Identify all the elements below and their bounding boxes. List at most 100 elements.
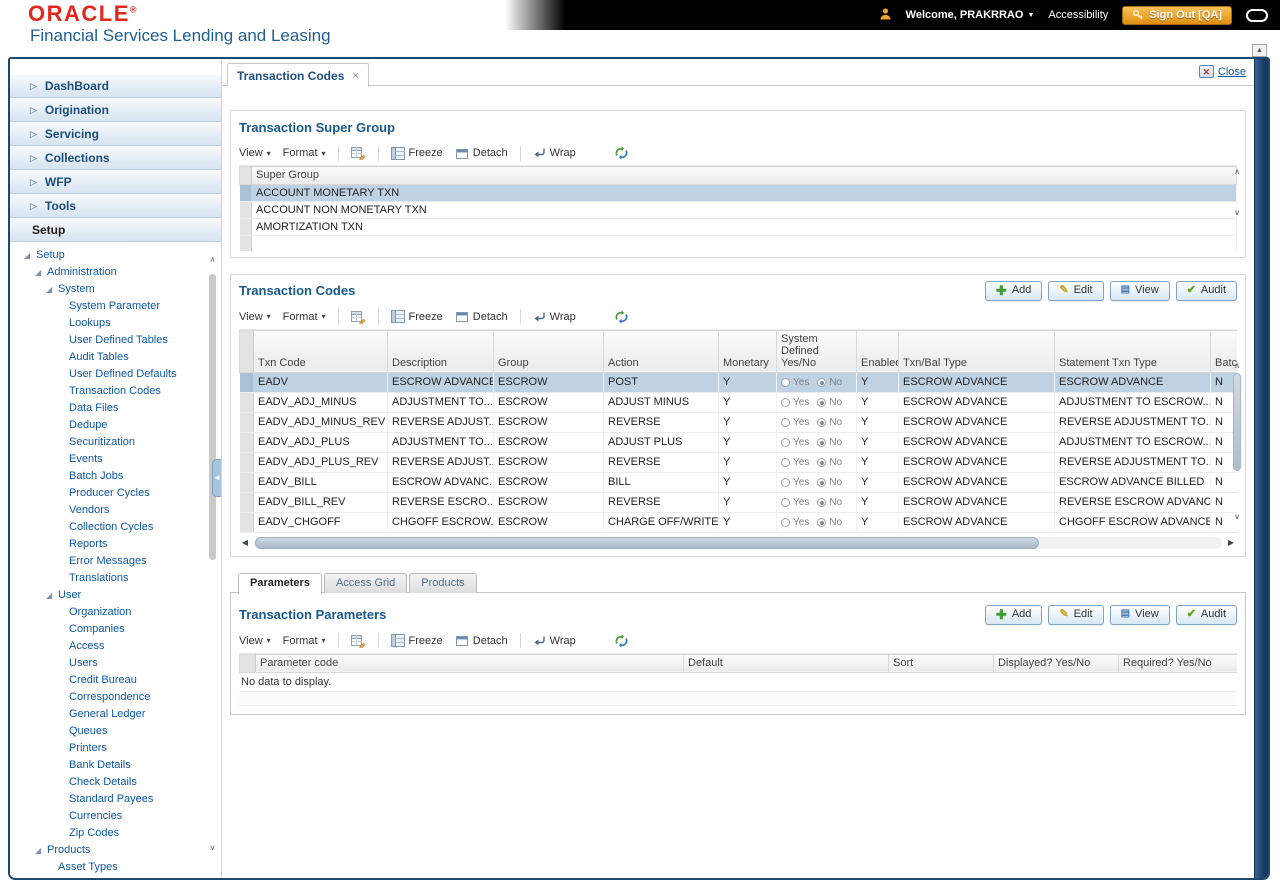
tree-item-asset-types[interactable]: Asset Types [10,859,221,876]
radio-no[interactable] [817,417,827,427]
wrap-button[interactable]: Wrap [533,635,576,647]
txn-grid-scrollbar[interactable]: ∧ ∨ [1231,361,1243,521]
radio-no[interactable] [817,377,827,387]
tree-item-translations[interactable]: Translations [10,570,221,587]
column-header-statement-txn-type[interactable]: Statement Txn Type [1054,329,1211,373]
txn-row-eadv-adj-minus[interactable]: EADV_ADJ_MINUS ADJUSTMENT TO... ESCROW ADJU… [239,392,1237,413]
txn-row-eadv-adj-plus[interactable]: EADV_ADJ_PLUS ADJUSTMENT TO... ESCROW ADJUS… [239,432,1237,453]
radio-no[interactable] [817,517,827,527]
tree-item-users[interactable]: Users [10,655,221,672]
tree-item-access[interactable]: Access [10,638,221,655]
tree-item-check-details[interactable]: Check Details [10,774,221,791]
scroll-up-icon[interactable]: ∧ [1234,361,1240,370]
radio-yes[interactable] [781,477,790,487]
tree-item-system[interactable]: ◢ System [10,281,221,298]
super-group-row[interactable]: AMORTIZATION TXN [239,218,1237,236]
tab-close-icon[interactable]: × [352,70,358,82]
row-selector[interactable] [239,512,254,533]
row-selector[interactable] [239,492,254,513]
tree-item-producer-cycles[interactable]: Producer Cycles [10,485,221,502]
row-selector[interactable] [239,392,254,413]
tree-item-user-defined-defaults[interactable]: User Defined Defaults [10,366,221,383]
row-selector[interactable] [239,218,252,236]
export-to-excel-icon[interactable] [350,634,366,648]
column-header-txn-code[interactable]: Txn Code [253,329,388,373]
tree-item-companies[interactable]: Companies [10,621,221,638]
radio-yes[interactable] [781,437,790,447]
radio-no[interactable] [817,497,827,507]
edit-button[interactable]: ✎ Edit [1048,280,1104,301]
view-button[interactable]: ▤ View [1109,280,1170,301]
refresh-icon[interactable] [614,633,629,648]
add-button[interactable]: ✚ Add [984,280,1043,301]
column-header-super-group[interactable]: Super Group [251,166,1237,185]
super-group-row[interactable]: ACCOUNT MONETARY TXN [239,184,1237,202]
tree-item-audit-tables[interactable]: Audit Tables [10,349,221,366]
column-header-txn-bal-type[interactable]: Txn/Bal Type [898,329,1055,373]
sidebar-item-origination[interactable]: ▷ Origination [10,98,221,122]
horizontal-scrollbar[interactable]: ◀ ▶ [239,536,1237,550]
tree-item-queues[interactable]: Queues [10,723,221,740]
sidebar-item-dashboard[interactable]: ▷ DashBoard [10,74,221,98]
row-selector[interactable] [239,412,254,433]
tree-item-general-ledger[interactable]: General Ledger [10,706,221,723]
tree-item-credit-bureau[interactable]: Credit Bureau [10,672,221,689]
tree-item-error-messages[interactable]: Error Messages [10,553,221,570]
column-header-parameter-code[interactable]: Parameter code [255,653,684,673]
view-menu[interactable]: View ▾ [239,311,271,323]
tree-item-organization[interactable]: Organization [10,604,221,621]
scroll-down-icon[interactable]: ∨ [210,843,216,852]
audit-button[interactable]: ✔ Audit [1175,280,1237,301]
format-menu[interactable]: Format ▾ [283,147,326,159]
tree-item-user[interactable]: ◢ User [10,587,221,604]
tree-item-administration[interactable]: ◢ Administration [10,264,221,281]
scroll-right-icon[interactable]: ▶ [1225,538,1237,547]
column-header-action[interactable]: Action [603,329,719,373]
radio-no[interactable] [817,477,827,487]
scroll-down-icon[interactable]: ∨ [1234,208,1240,217]
scrollbar-thumb[interactable] [255,536,1040,549]
detach-button[interactable]: Detach [455,147,508,160]
wrap-button[interactable]: Wrap [533,311,576,323]
page-scrollbar[interactable] [1254,59,1268,878]
column-header-description[interactable]: Description [387,329,494,373]
scrollbar-track[interactable] [254,536,1222,549]
column-header-displayed-yes-no[interactable]: Displayed? Yes/No [993,653,1119,673]
sidebar-scrollbar[interactable]: ∧ ∨ [207,255,218,852]
radio-no[interactable] [817,397,827,407]
scroll-up-icon[interactable]: ∧ [1234,167,1240,176]
tab-parameters[interactable]: Parameters [238,572,322,594]
tree-item-printers[interactable]: Printers [10,740,221,757]
sidebar-item-wfp[interactable]: ▷ WFP [10,170,221,194]
scroll-down-icon[interactable]: ∨ [1234,512,1240,521]
txn-row-eadv[interactable]: EADV ESCROW ADVANCE ESCROW POST Y Yes No Y ESCRO… [239,372,1237,393]
column-header-enabled[interactable]: Enabled [856,329,899,373]
txn-row-eadv-bill-rev[interactable]: EADV_BILL_REV REVERSE ESCRO... ESCROW REVER… [239,492,1237,513]
row-selector[interactable] [239,201,252,219]
scrollbar-thumb[interactable] [1233,372,1241,471]
txn-row-eadv-chgoff[interactable]: EADV_CHGOFF CHGOFF ESCROW... ESCROW CHARGE … [239,512,1237,533]
row-selector[interactable] [239,452,254,473]
super-group-scrollbar[interactable]: ∧ ∨ [1231,167,1243,217]
tab-access-grid[interactable]: Access Grid [323,572,408,593]
tree-item-standard-payees[interactable]: Standard Payees [10,791,221,808]
radio-yes[interactable] [781,377,790,387]
super-group-row[interactable]: ACCOUNT NON MONETARY TXN [239,201,1237,219]
tree-item-transaction-codes[interactable]: Transaction Codes [10,383,221,400]
scroll-left-icon[interactable]: ◀ [239,538,251,547]
row-selector[interactable] [239,184,252,202]
view-button[interactable]: ▤ View [1109,604,1170,625]
accessibility-link[interactable]: Accessibility [1048,9,1108,21]
radio-yes[interactable] [781,457,790,467]
radio-no[interactable] [817,457,827,467]
tree-item-currencies[interactable]: Currencies [10,808,221,825]
export-to-excel-icon[interactable] [350,146,366,160]
row-selector[interactable] [239,432,254,453]
scrollbar-thumb[interactable] [209,274,216,560]
sidebar-item-tools[interactable]: ▷ Tools [10,194,221,218]
view-menu[interactable]: View ▾ [239,635,271,647]
freeze-button[interactable]: Freeze [390,634,443,647]
column-header-default[interactable]: Default [683,653,889,673]
detach-button[interactable]: Detach [455,310,508,323]
column-header-group[interactable]: Group [493,329,604,373]
